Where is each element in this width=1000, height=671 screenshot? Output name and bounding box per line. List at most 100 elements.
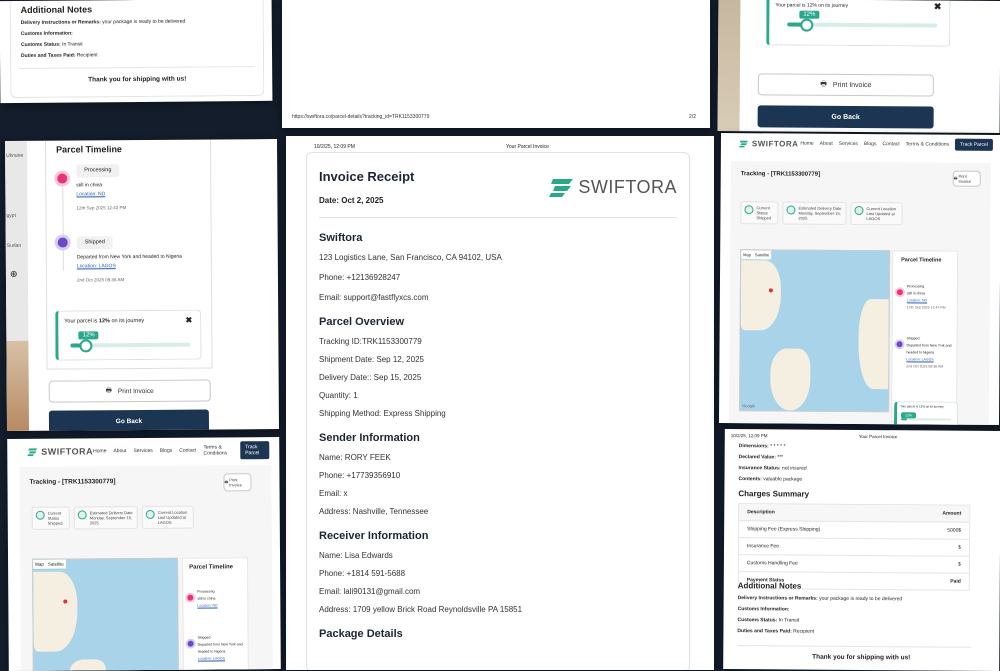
printer-icon: 🖶 (820, 80, 827, 88)
status-card: Current Status Shipped (31, 506, 70, 530)
tracking-page-panel: SWIFTORA Home About Services Blogs Conta… (718, 133, 1000, 425)
map-tab-satellite[interactable]: Satellite (48, 562, 64, 567)
nav-blogs[interactable]: Blogs (160, 448, 173, 454)
processing-icon (185, 592, 196, 603)
progress-bar (70, 339, 191, 353)
receiver-phone: Phone: +1814 591-5688 (319, 569, 406, 578)
shipped-icon (185, 638, 196, 649)
progress-box: Your parcel is 12% on its journey ✖ 12% (55, 309, 202, 361)
timeline-card: Parcel Timeline Processing still in china… (182, 557, 249, 671)
tracking-id: Tracking ID:TRK1153300779 (319, 337, 422, 346)
quantity: Quantity: 1 (319, 391, 358, 400)
declared-value-row: Declared Value: *** (738, 454, 784, 461)
nav-contact[interactable]: Contact (882, 141, 899, 147)
swiftora-logo: SWIFTORA (739, 139, 798, 148)
map-land-south-america (69, 659, 106, 671)
progress-box: Your parcel is 12% on its journey 12% (893, 401, 959, 425)
status-icon (77, 510, 87, 520)
contents-row: Contents: valuable package (738, 476, 803, 483)
nav-home[interactable]: Home (800, 141, 813, 147)
nav-blogs[interactable]: Blogs (864, 141, 877, 147)
sender-title: Sender Information (319, 432, 420, 444)
location-card: Current Location Last Updated at LAGOS (850, 201, 903, 226)
location-card: Current Location Last Updated at LAGOS (141, 505, 194, 530)
nav-services[interactable]: Services (134, 448, 153, 454)
location-link[interactable]: Location: LAGOS (198, 655, 246, 662)
invoice-receipt-panel: 10/2/25, 12:09 PM Your Parcel Invoice In… (286, 136, 714, 670)
progress-label: Your parcel is 12% on its journey (64, 317, 145, 325)
timeline-event: Processing still in china Location: ND 12… (906, 284, 946, 310)
swiftora-logo: SWIFTORA (549, 175, 677, 199)
nav-terms[interactable]: Terms & Conditions (203, 444, 233, 456)
progress-badge: 12% (901, 412, 917, 419)
nav-about[interactable]: About (113, 448, 126, 454)
side-image (6, 340, 30, 431)
sender-phone: Phone: +17739356910 (319, 471, 401, 480)
status-icon (145, 509, 155, 519)
note-row: Duties and Taxes Paid: Recipient (737, 628, 815, 635)
print-url: https://swiftora.co/parcel-details?track… (292, 114, 430, 120)
parcel-overview-title: Parcel Overview (319, 316, 405, 328)
nav-services[interactable]: Services (839, 141, 858, 147)
tracking-map[interactable]: Map Satellite Google (739, 249, 891, 413)
side-map-strip: Ukraine gypt Sudan ⊕ (4, 140, 30, 431)
table-row: Insurance Fee $ (738, 538, 970, 557)
location-link[interactable]: Location: ND (197, 602, 217, 609)
nav-home[interactable]: Home (93, 448, 106, 454)
track-parcel-button[interactable]: Track Parcel (955, 138, 993, 151)
tracking-title: Tracking - [TRK1153300779] (740, 171, 821, 178)
tracking-map[interactable]: Map Satellite (32, 557, 179, 671)
status-icon (854, 205, 864, 216)
dimensions-row: Dimensions: * * * * * (738, 443, 786, 450)
map-tab-map[interactable]: Map (743, 252, 751, 257)
company-address: 123 Logistics Lane, San Francisco, CA 94… (319, 253, 502, 262)
print-invoice-button[interactable]: 🖶 Print Invoice (757, 73, 934, 97)
progress-knob (800, 18, 814, 32)
map-label: gypt (6, 212, 16, 219)
nav-about[interactable]: About (820, 141, 833, 147)
locate-icon[interactable]: ⊕ (10, 269, 18, 280)
close-icon[interactable]: ✖ (934, 2, 942, 13)
invoice-charges-panel: 10/2/25, 12:09 PM Your Parcel Invoice Di… (723, 429, 1000, 671)
tracking-page-panel-2: SWIFTORA Home About Services Blogs Conta… (7, 437, 281, 671)
print-footer-panel: https://swiftora.co/parcel-details?track… (282, 0, 710, 128)
status-icon (35, 510, 45, 520)
progress-fill (901, 418, 908, 421)
sender-name: Name: RORY FEEK (319, 453, 391, 462)
swiftora-logo: SWIFTORA (27, 446, 93, 457)
map-tab-map[interactable]: Map (35, 562, 44, 567)
map-land-south-america (770, 348, 811, 411)
tracking-title: Tracking - [TRK1153300779] (29, 478, 116, 486)
printer-icon: 🖶 (224, 478, 229, 484)
map-footer: Google (742, 403, 756, 409)
print-invoice-button[interactable]: 🖶 Print Invoice (48, 379, 211, 403)
timeline-panel: Ukraine gypt Sudan ⊕ Parcel Timeline Pro… (4, 139, 280, 431)
swiftora-logo-icon (27, 448, 38, 456)
location-link[interactable]: Location: LAGOS (77, 262, 207, 272)
shipped-icon (54, 234, 71, 251)
map-label: Sudan (6, 242, 22, 249)
print-page-number: 2/2 (689, 114, 696, 120)
invoice-footer-panel: Additional Notes Delivery Instructions o… (0, 0, 273, 104)
nav-terms[interactable]: Terms & Conditions (906, 141, 949, 147)
go-back-button[interactable]: Go Back (48, 409, 210, 431)
location-link[interactable]: Location: ND (76, 190, 126, 199)
shipment-date: Shipment Date: Sep 12, 2025 (319, 355, 424, 364)
nav-contact[interactable]: Contact (179, 448, 196, 454)
swiftora-logo-icon (549, 179, 574, 197)
close-icon[interactable]: ✖ (186, 316, 193, 325)
map-pin[interactable] (768, 288, 773, 293)
track-parcel-button[interactable]: Track Parcel (240, 441, 270, 460)
thanks-text: Thank you for shipping with us! (812, 653, 911, 662)
table-header: Description Amount (739, 504, 970, 523)
print-invoice-button[interactable]: 🖶 Print Invoice (223, 473, 252, 492)
map-pin[interactable] (63, 599, 68, 604)
print-invoice-button[interactable]: 🖶 Print Invoice (952, 170, 981, 187)
go-back-button[interactable]: Go Back (757, 105, 934, 129)
sender-email: Email: x (319, 489, 348, 498)
timeline-card: Parcel Timeline Processing still in china… (891, 250, 959, 425)
timeline-event: Shipped Departed from New York and headed… (198, 634, 246, 662)
map-tab-satellite[interactable]: Satellite (755, 252, 769, 257)
invoice-heading: Invoice Receipt (319, 169, 415, 184)
company-title: Swiftora (319, 232, 363, 244)
